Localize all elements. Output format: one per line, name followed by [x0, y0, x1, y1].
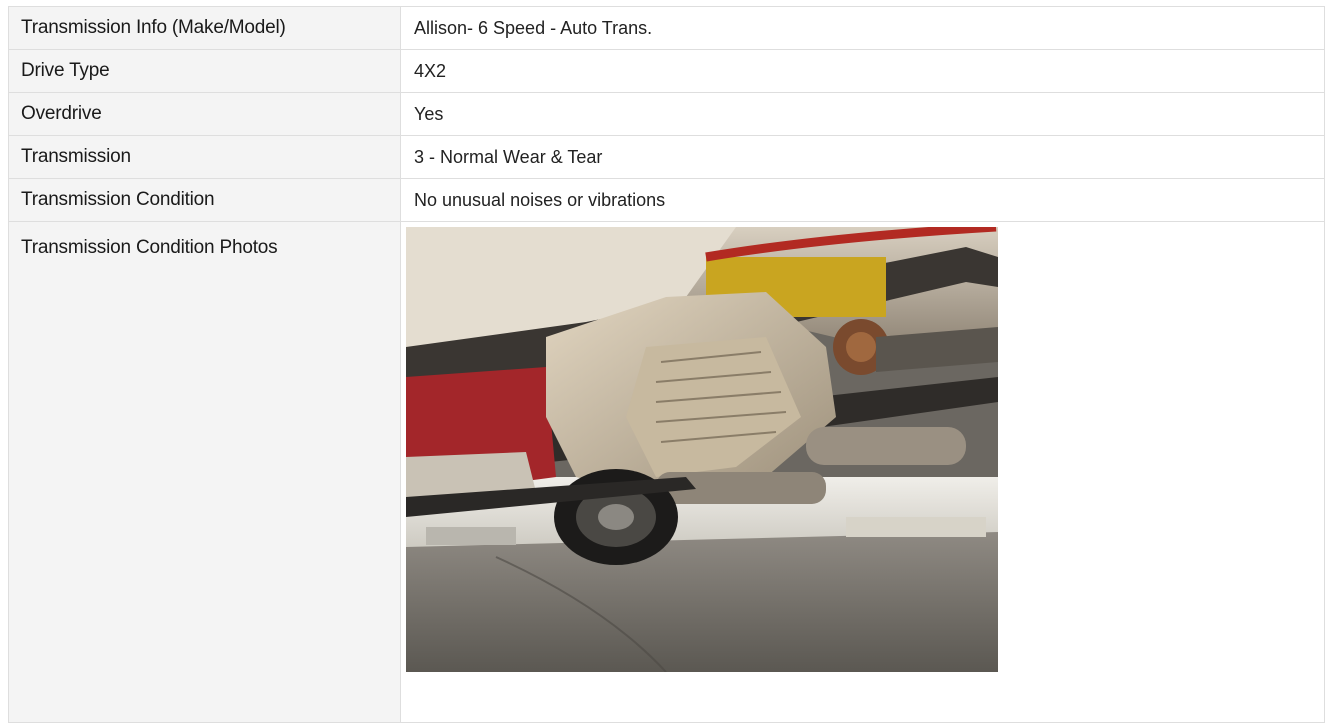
transmission-undercarriage-photo-icon [406, 227, 998, 672]
row-value: No unusual noises or vibrations [401, 179, 1325, 221]
row-label: Transmission Condition Photos [8, 222, 401, 722]
row-value: Yes [401, 93, 1325, 135]
row-value: 3 - Normal Wear & Tear [401, 136, 1325, 178]
table-row: Drive Type 4X2 [8, 50, 1325, 93]
table-row-photos: Transmission Condition Photos [8, 222, 1325, 723]
row-label: Overdrive [8, 93, 401, 135]
row-label: Transmission Condition [8, 179, 401, 221]
row-label: Transmission Info (Make/Model) [8, 7, 401, 49]
transmission-photo[interactable] [406, 227, 998, 672]
table-row: Overdrive Yes [8, 93, 1325, 136]
row-value: Allison- 6 Speed - Auto Trans. [401, 7, 1325, 49]
row-label: Transmission [8, 136, 401, 178]
row-value: 4X2 [401, 50, 1325, 92]
table-row: Transmission 3 - Normal Wear & Tear [8, 136, 1325, 179]
table-row: Transmission Condition No unusual noises… [8, 179, 1325, 222]
photo-cell [401, 222, 1325, 722]
row-label: Drive Type [8, 50, 401, 92]
transmission-details-table: Transmission Info (Make/Model) Allison- … [8, 6, 1325, 723]
table-row: Transmission Info (Make/Model) Allison- … [8, 7, 1325, 50]
